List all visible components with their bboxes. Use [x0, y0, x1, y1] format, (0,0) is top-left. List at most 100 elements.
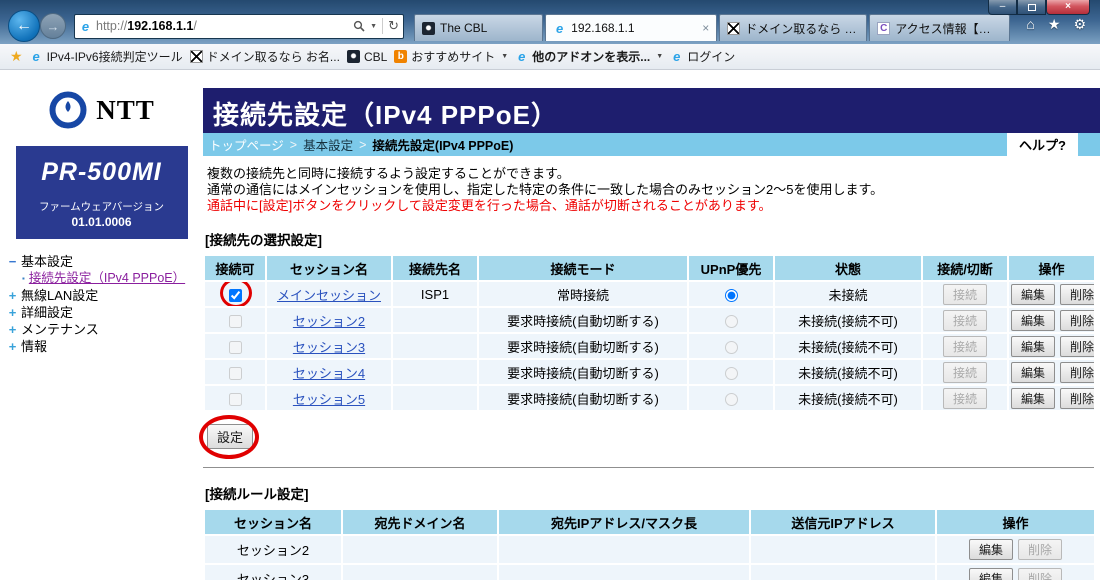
- connectable-checkbox[interactable]: [229, 341, 242, 354]
- upnp-radio[interactable]: [725, 393, 738, 406]
- session-link[interactable]: セッション5: [293, 392, 365, 407]
- ie-favicon: e: [30, 50, 43, 63]
- edit-button[interactable]: 編集: [969, 539, 1013, 560]
- tab-access-info[interactable]: C アクセス情報【使用中のI...: [869, 14, 1010, 41]
- upnp-radio[interactable]: [725, 367, 738, 380]
- edit-button[interactable]: 編集: [1011, 310, 1055, 331]
- settings-gear-icon[interactable]: ⚙: [1073, 16, 1086, 33]
- tab-close-icon[interactable]: ×: [696, 21, 709, 35]
- maximize-button[interactable]: [1017, 0, 1046, 15]
- ntt-wordmark: NTT: [96, 95, 155, 126]
- back-icon: ←: [16, 17, 32, 35]
- sidebar-item-advanced-settings[interactable]: + 詳細設定: [6, 304, 203, 321]
- edit-button[interactable]: 編集: [1011, 362, 1055, 383]
- delete-button[interactable]: 削除: [1018, 568, 1062, 580]
- tab-192-168-1-1[interactable]: e 192.168.1.1 ×: [545, 14, 717, 41]
- collapse-icon[interactable]: −: [6, 253, 19, 270]
- connect-button[interactable]: 接続: [943, 284, 987, 305]
- session-link[interactable]: セッション2: [293, 314, 365, 329]
- breadcrumb: トップページ > 基本設定 > 接続先設定(IPv4 PPPoE) ヘルプ?: [203, 133, 1100, 156]
- expand-icon[interactable]: +: [6, 321, 19, 338]
- sidebar-item-pppoe-settings[interactable]: ▪ 接続先設定（IPv4 PPPoE）: [22, 270, 203, 287]
- expand-icon[interactable]: +: [6, 287, 19, 304]
- search-icon[interactable]: [353, 20, 365, 32]
- breadcrumb-top-page[interactable]: トップページ: [209, 135, 284, 154]
- sidebar-item-information[interactable]: + 情報: [6, 338, 203, 355]
- table-row: セッション5 要求時接続(自動切断する) 未接続(接続不可) 接続 編集削除: [205, 386, 1094, 410]
- favorite-cbl[interactable]: CBL: [347, 50, 387, 64]
- col-dest-ip-mask: 宛先IPアドレス/マスク長: [499, 510, 749, 534]
- delete-button[interactable]: 削除: [1060, 310, 1094, 331]
- home-icon[interactable]: ⌂: [1026, 16, 1034, 32]
- session-link[interactable]: セッション4: [293, 366, 365, 381]
- ie-favicon: e: [670, 50, 683, 63]
- delete-button[interactable]: 削除: [1060, 388, 1094, 409]
- back-button[interactable]: ←: [8, 10, 40, 42]
- favorite-login[interactable]: e ログイン: [670, 48, 735, 65]
- connectable-checkbox[interactable]: [229, 315, 242, 328]
- expand-icon[interactable]: +: [6, 304, 19, 321]
- ie-favicon: e: [79, 20, 92, 33]
- edit-button[interactable]: 編集: [1011, 336, 1055, 357]
- divider: [382, 18, 383, 34]
- tab-the-cbl[interactable]: The CBL: [414, 14, 543, 41]
- col-connection-mode: 接続モード: [479, 256, 687, 280]
- status-cell: 未接続(接続不可): [775, 308, 921, 332]
- session-link[interactable]: セッション3: [293, 340, 365, 355]
- c-favicon: C: [877, 22, 890, 35]
- col-upnp-priority: UPnP優先: [689, 256, 773, 280]
- favorite-onamae[interactable]: ドメイン取るなら お名...: [190, 48, 340, 65]
- favorites-star-icon[interactable]: ★: [10, 48, 23, 65]
- connect-button[interactable]: 接続: [943, 362, 987, 383]
- close-button[interactable]: ×: [1046, 0, 1090, 15]
- address-dropdown-icon[interactable]: ▼: [370, 23, 377, 30]
- connectable-checkbox[interactable]: [229, 393, 242, 406]
- table-row: セッション4 要求時接続(自動切断する) 未接続(接続不可) 接続 編集削除: [205, 360, 1094, 384]
- cbl-favicon: [422, 22, 435, 35]
- table-row: セッション3 要求時接続(自動切断する) 未接続(接続不可) 接続 編集削除: [205, 334, 1094, 358]
- favorites-icon[interactable]: ★: [1048, 16, 1061, 33]
- connect-button[interactable]: 接続: [943, 336, 987, 357]
- edit-button[interactable]: 編集: [969, 568, 1013, 580]
- refresh-icon[interactable]: ↻: [388, 18, 399, 34]
- sidebar-item-wireless-lan[interactable]: + 無線LAN設定: [6, 287, 203, 304]
- sidebar-item-basic-settings[interactable]: − 基本設定: [6, 253, 203, 270]
- session-cell: セッション2: [205, 536, 341, 563]
- favorite-ipv4-ipv6-tool[interactable]: e IPv4-IPv6接続判定ツール: [30, 48, 183, 65]
- table-row: メインセッション ISP1 常時接続 未接続 接続 編集削除: [205, 282, 1094, 306]
- submit-settings-button[interactable]: 設定: [207, 424, 253, 449]
- upnp-radio[interactable]: [725, 341, 738, 354]
- edit-button[interactable]: 編集: [1011, 284, 1055, 305]
- connect-button[interactable]: 接続: [943, 310, 987, 331]
- maximize-icon: [1028, 4, 1036, 11]
- col-operation: 操作: [1009, 256, 1094, 280]
- help-link[interactable]: ヘルプ?: [1007, 133, 1078, 156]
- rules-section-title: [接続ルール設定]: [205, 483, 1100, 503]
- delete-button[interactable]: 削除: [1060, 336, 1094, 357]
- isp-name-cell: [393, 334, 477, 358]
- col-isp-name: 接続先名: [393, 256, 477, 280]
- address-bar[interactable]: e http://192.168.1.1/ ▼ ↻: [74, 14, 404, 39]
- tab-onamae[interactable]: ドメイン取るなら お名前....: [719, 14, 867, 41]
- sidebar-item-maintenance[interactable]: + メンテナンス: [6, 321, 203, 338]
- table-header-row: 接続可 セッション名 接続先名 接続モード UPnP優先 状態 接続/切断 操作: [205, 256, 1094, 280]
- favorite-suggested-sites[interactable]: b おすすめサイト ▼: [394, 48, 508, 65]
- delete-button[interactable]: 削除: [1018, 539, 1062, 560]
- favorite-more-addons[interactable]: e 他のアドオンを表示... ▼: [515, 48, 663, 65]
- upnp-radio[interactable]: [725, 289, 738, 302]
- edit-button[interactable]: 編集: [1011, 388, 1055, 409]
- forward-button[interactable]: →: [40, 13, 66, 39]
- connect-button[interactable]: 接続: [943, 388, 987, 409]
- minimize-button[interactable]: –: [988, 0, 1017, 15]
- session-link[interactable]: メインセッション: [277, 288, 381, 303]
- connectable-checkbox[interactable]: [229, 289, 242, 302]
- section-divider: [203, 467, 1094, 468]
- delete-button[interactable]: 削除: [1060, 284, 1094, 305]
- cbl-favicon: [347, 50, 360, 63]
- delete-button[interactable]: 削除: [1060, 362, 1094, 383]
- upnp-radio[interactable]: [725, 315, 738, 328]
- table-row: セッション3 編集削除: [205, 565, 1094, 580]
- expand-icon[interactable]: +: [6, 338, 19, 355]
- status-cell: 未接続(接続不可): [775, 334, 921, 358]
- connectable-checkbox[interactable]: [229, 367, 242, 380]
